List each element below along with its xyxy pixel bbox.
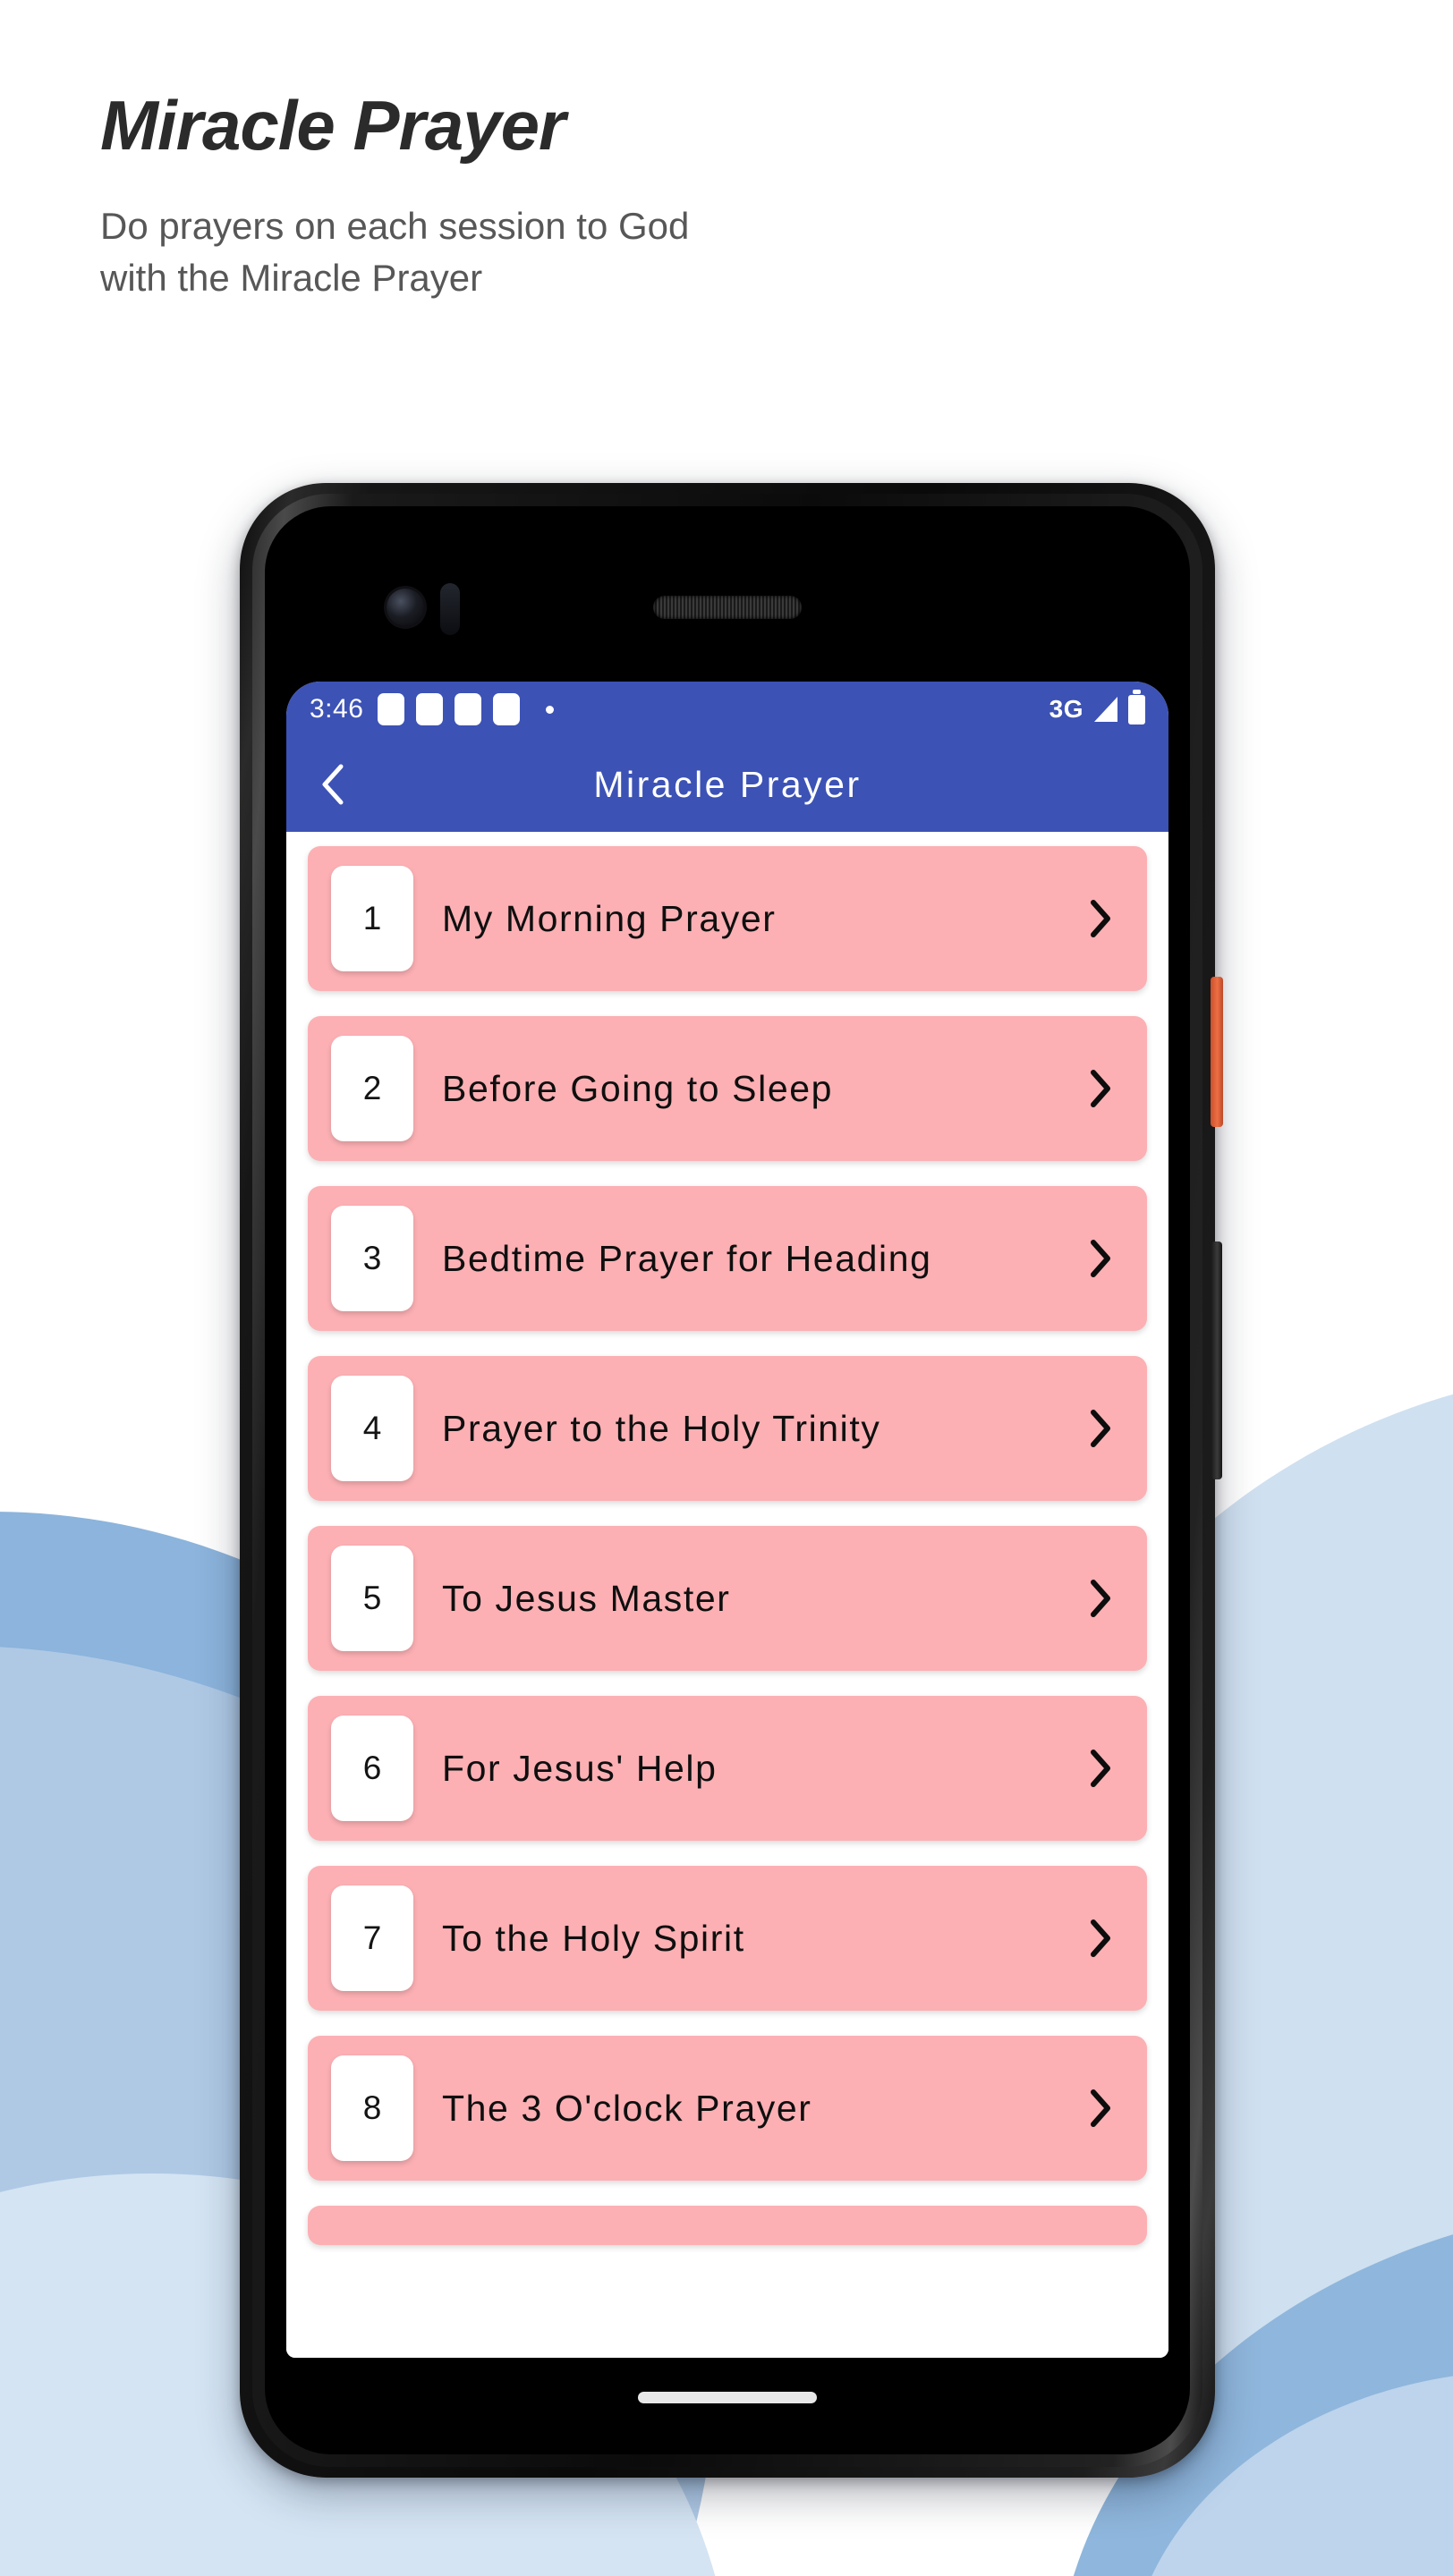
notification-chip-icon — [455, 693, 482, 725]
notification-dot-icon — [546, 705, 555, 714]
signal-triangle-icon — [1094, 697, 1117, 722]
item-number-badge: 5 — [331, 1546, 413, 1651]
navigation-bar — [286, 2358, 1168, 2436]
list-item[interactable]: 8 The 3 O'clock Prayer — [308, 2036, 1147, 2181]
list-item[interactable]: 1 My Morning Prayer — [308, 846, 1147, 991]
page-subtitle: Do prayers on each session to God with t… — [100, 204, 690, 299]
list-item-partial[interactable] — [308, 2206, 1147, 2245]
promo-header: Miracle Prayer Do prayers on each sessio… — [100, 89, 689, 304]
item-number-badge: 1 — [331, 866, 413, 971]
chevron-right-icon[interactable] — [1081, 1064, 1120, 1113]
status-right-group: 3G — [1049, 689, 1145, 724]
volume-rocker[interactable] — [1211, 1241, 1222, 1479]
status-notification-icons — [378, 693, 555, 725]
item-number-badge: 8 — [331, 2055, 413, 2161]
chevron-right-icon[interactable] — [1081, 1744, 1120, 1792]
item-label: For Jesus' Help — [442, 1747, 718, 1789]
chevron-right-icon[interactable] — [1081, 1574, 1120, 1623]
item-label: Prayer to the Holy Trinity — [442, 1407, 881, 1449]
chevron-right-icon[interactable] — [1081, 2084, 1120, 2132]
front-camera-icon — [387, 589, 424, 626]
item-number-badge: 6 — [331, 1716, 413, 1821]
earpiece-speaker-icon — [653, 596, 802, 619]
battery-full-icon — [1128, 689, 1145, 724]
prayer-list[interactable]: 1 My Morning Prayer 2 Before Going to Sl… — [286, 832, 1168, 2358]
item-number-badge: 2 — [331, 1036, 413, 1141]
notification-chip-icon — [378, 693, 405, 725]
notification-chip-icon — [493, 693, 521, 725]
status-clock: 3:46 — [310, 694, 364, 724]
status-bar: 3:46 3G — [286, 682, 1168, 737]
app-viewport: 3:46 3G Miracle Prayer 1 My Morning Pray… — [286, 682, 1168, 2358]
list-item[interactable]: 5 To Jesus Master — [308, 1526, 1147, 1671]
item-number-badge: 7 — [331, 1885, 413, 1991]
page-title: Miracle Prayer — [100, 86, 565, 165]
item-number-badge: 3 — [331, 1206, 413, 1311]
list-item[interactable]: 7 To the Holy Spirit — [308, 1866, 1147, 2011]
list-item[interactable]: 6 For Jesus' Help — [308, 1696, 1147, 1841]
list-item[interactable]: 2 Before Going to Sleep — [308, 1016, 1147, 1161]
item-label: To the Holy Spirit — [442, 1917, 745, 1959]
item-label: To Jesus Master — [442, 1577, 731, 1619]
chevron-right-icon[interactable] — [1081, 1914, 1120, 1962]
app-bar-title: Miracle Prayer — [593, 763, 862, 805]
phone-screen: 3:46 3G Miracle Prayer 1 My Morning Pray… — [265, 506, 1190, 2454]
app-bar: Miracle Prayer — [286, 737, 1168, 832]
item-number-badge: 4 — [331, 1376, 413, 1481]
network-type-label: 3G — [1049, 695, 1083, 723]
chevron-right-icon[interactable] — [1081, 1234, 1120, 1283]
chevron-right-icon[interactable] — [1081, 894, 1120, 943]
phone-mockup: 3:46 3G Miracle Prayer 1 My Morning Pray… — [240, 483, 1223, 2478]
chevron-left-icon[interactable] — [313, 764, 353, 805]
power-button[interactable] — [1211, 977, 1223, 1127]
proximity-sensor-icon — [440, 583, 460, 635]
list-item[interactable]: 3 Bedtime Prayer for Heading — [308, 1186, 1147, 1331]
item-label: Before Going to Sleep — [442, 1067, 834, 1109]
item-label: My Morning Prayer — [442, 897, 777, 939]
item-label: Bedtime Prayer for Heading — [442, 1237, 932, 1279]
item-label: The 3 O'clock Prayer — [442, 2087, 812, 2129]
list-item[interactable]: 4 Prayer to the Holy Trinity — [308, 1356, 1147, 1501]
notification-chip-icon — [416, 693, 444, 725]
chevron-right-icon[interactable] — [1081, 1404, 1120, 1453]
home-gesture-pill[interactable] — [638, 2391, 817, 2403]
